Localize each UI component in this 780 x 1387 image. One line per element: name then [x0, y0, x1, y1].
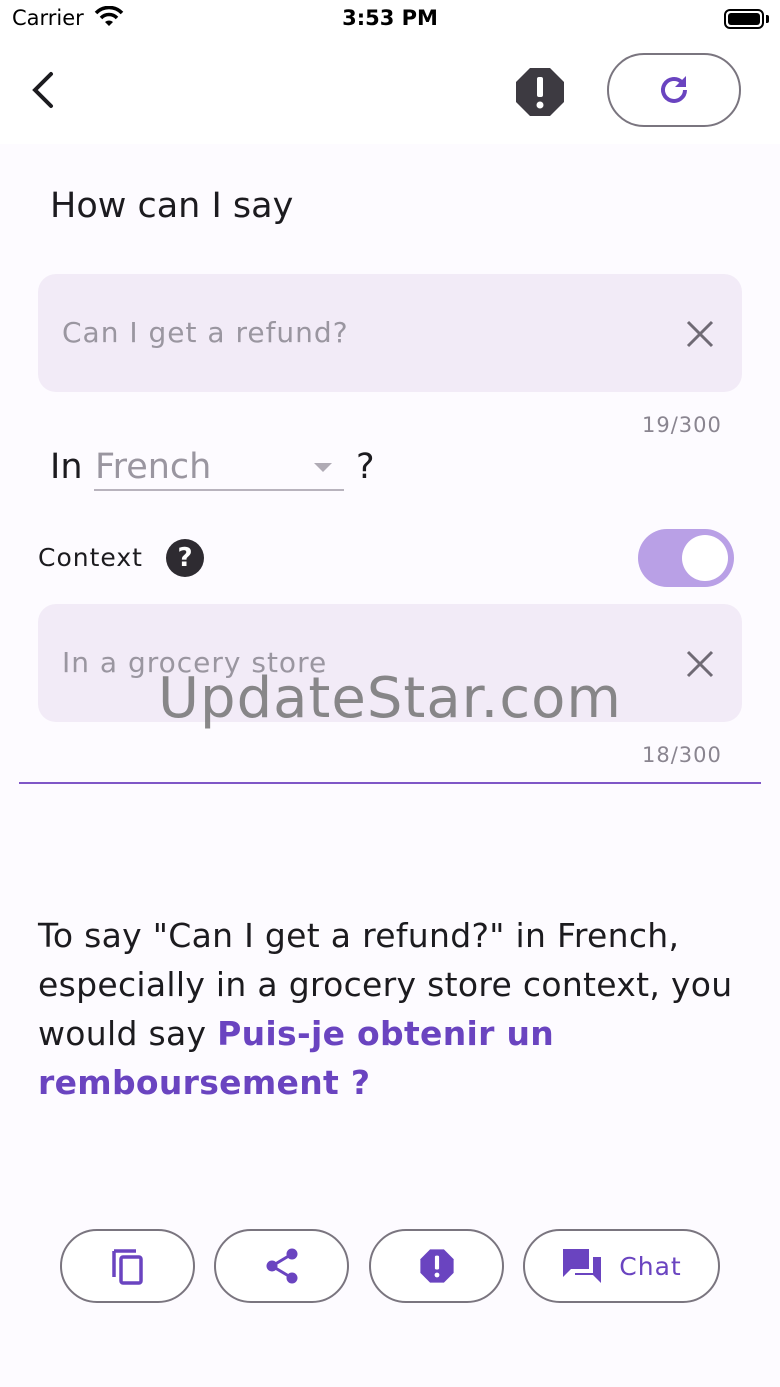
context-counter: 18/300: [642, 743, 722, 767]
chat-label: Chat: [619, 1251, 682, 1281]
language-prefix: In: [50, 447, 83, 487]
alert-octagon-icon: [516, 68, 564, 116]
copy-icon: [111, 1249, 143, 1285]
translation-result: To say "Can I get a refund?" in French, …: [38, 911, 738, 1107]
share-icon: [266, 1248, 297, 1284]
phrase-input-text: Can I get a refund?: [62, 316, 349, 349]
language-selected: French: [95, 447, 212, 487]
share-button[interactable]: [214, 1229, 349, 1303]
caret-down-icon: [314, 463, 332, 472]
report-result-button[interactable]: [369, 1229, 504, 1303]
close-icon[interactable]: [684, 318, 716, 350]
chat-button[interactable]: Chat: [523, 1229, 720, 1303]
help-circle-icon[interactable]: ?: [166, 539, 204, 577]
divider: [19, 782, 761, 784]
alert-octagon-icon: [419, 1249, 454, 1283]
toggle-knob: [682, 535, 728, 581]
copy-button[interactable]: [60, 1229, 195, 1303]
phrase-counter: 19/300: [642, 413, 722, 437]
phrase-input[interactable]: Can I get a refund?: [38, 274, 742, 392]
refresh-button[interactable]: [607, 53, 741, 127]
status-time: 3:53 PM: [342, 6, 438, 30]
chevron-left-icon: [32, 72, 53, 108]
battery-nub: [766, 15, 769, 23]
language-suffix: ?: [356, 447, 375, 487]
refresh-icon: [661, 76, 687, 103]
battery-icon: [724, 9, 764, 29]
context-label: Context: [38, 543, 143, 572]
report-button[interactable]: [510, 62, 570, 122]
context-toggle[interactable]: [638, 529, 734, 587]
page-title: How can I say: [50, 186, 294, 226]
language-dropdown[interactable]: French: [94, 445, 344, 491]
watermark: UpdateStar.com: [158, 666, 622, 731]
back-button[interactable]: [14, 60, 70, 120]
chat-icon: [563, 1249, 602, 1283]
